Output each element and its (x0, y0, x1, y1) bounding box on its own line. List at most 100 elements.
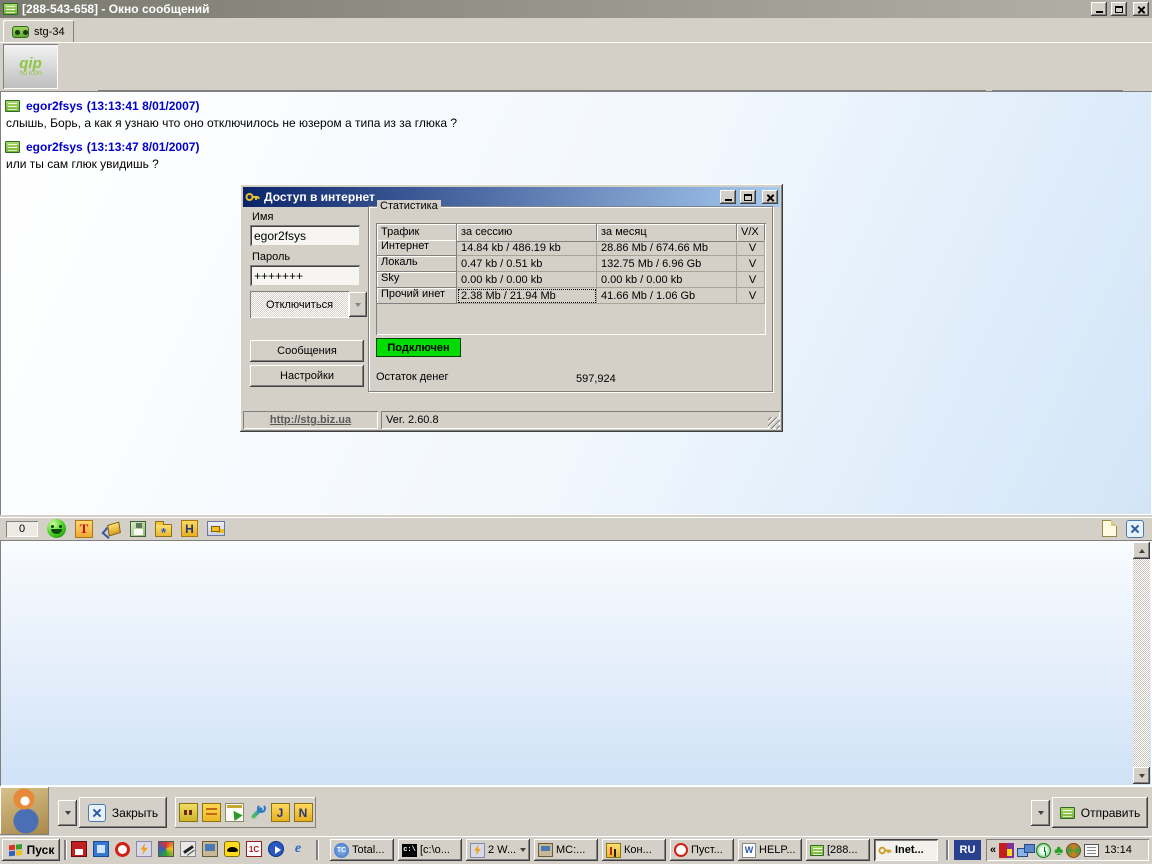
cell-session-focused: 2.38 Mb / 21.94 Mb (457, 288, 597, 304)
resize-grip[interactable] (768, 417, 780, 429)
quicklaunch-opera-icon[interactable] (115, 842, 130, 857)
row-header[interactable]: Прочий инет (377, 288, 457, 304)
j-icon[interactable]: J (271, 803, 290, 822)
dialog-statusbar: http://stg.biz.ua Ver. 2.60.8 (243, 411, 780, 429)
n-icon[interactable]: N (294, 803, 313, 822)
cell-vx: V (737, 288, 765, 304)
insert-icon[interactable] (207, 521, 225, 536)
chat-message: egor2fsys (13:13:41 8/01/2007) слышь, Бо… (5, 99, 1147, 130)
task-label: Total... (352, 844, 384, 856)
dialog-close-button[interactable] (762, 190, 778, 204)
balance-value: 597,924 (576, 373, 616, 385)
start-button[interactable]: Пуск (2, 839, 60, 861)
yellow-console-icon (606, 843, 621, 858)
cell-month: 0.00 kb / 0.00 kb (597, 272, 737, 288)
tab-stg-34[interactable]: stg-34 (3, 20, 74, 43)
quicklaunch-bat-icon[interactable] (224, 841, 240, 857)
task-mc[interactable]: MC:... (534, 839, 598, 861)
save-icon[interactable] (130, 521, 146, 537)
main-window-titlebar: [288-543-658] - Окно сообщений (0, 0, 1152, 18)
taskbar: Пуск 1C e TC Total... c:\ [c:\o... 2 W..… (0, 836, 1152, 864)
tray-clock-icon[interactable] (1036, 843, 1051, 858)
glasses-icon (12, 26, 29, 38)
scrollbar-track[interactable] (1133, 559, 1150, 767)
close-chat-button[interactable]: Закрыть (79, 797, 167, 828)
restore-button[interactable] (1111, 2, 1127, 16)
close-dropdown-button[interactable] (58, 800, 77, 826)
statusbar-link-panel: http://stg.biz.ua (243, 411, 378, 429)
tray-clover-icon[interactable]: ♣ (1054, 842, 1063, 858)
new-page-icon[interactable] (1102, 520, 1117, 537)
task-label: Кон... (624, 844, 652, 856)
history-icon[interactable]: H (181, 520, 198, 537)
clear-close-icon[interactable] (1126, 520, 1144, 538)
scroll-down-button[interactable] (1133, 767, 1150, 784)
dialog-password-input[interactable]: +++++++ (250, 265, 360, 286)
quicklaunch-save-icon[interactable] (71, 841, 87, 857)
tray-download-icon[interactable] (999, 843, 1014, 858)
smiley-icon[interactable] (47, 519, 66, 538)
system-tray: « ♣ 13:14 (986, 839, 1149, 861)
avatar-qip-text: qip (19, 57, 42, 70)
disconnect-button[interactable]: Отключиться (250, 291, 349, 318)
task-opera-page[interactable]: Пуст... (670, 839, 734, 861)
settings-button[interactable]: Настройки (250, 365, 364, 387)
row-header[interactable]: Sky (377, 272, 457, 288)
task-help-doc[interactable]: W HELP... (738, 839, 802, 861)
key-icon (245, 190, 260, 204)
quicklaunch-mail-icon[interactable] (93, 841, 109, 857)
tray-network-icon[interactable] (1017, 843, 1033, 858)
quicklaunch-1c-icon[interactable]: 1C (246, 841, 262, 857)
row-header[interactable]: Интернет (377, 240, 457, 256)
cell-month: 132.75 Mb / 6.96 Gb (597, 256, 737, 272)
send-button[interactable]: Отправить (1052, 797, 1148, 828)
task-konsole[interactable]: Кон... (602, 839, 666, 861)
task-total-commander[interactable]: TC Total... (330, 839, 394, 861)
window-cursor-icon[interactable] (225, 803, 244, 822)
statusbar-version-panel: Ver. 2.60.8 (381, 411, 780, 429)
taskbar-clock[interactable]: 13:14 (1104, 844, 1132, 856)
input-scrollbar[interactable] (1133, 542, 1150, 784)
minimize-button[interactable] (1091, 2, 1107, 16)
wrench-icon[interactable] (248, 803, 267, 822)
cell-session: 14.84 kb / 486.19 kb (457, 240, 597, 256)
fill-color-icon[interactable] (102, 520, 121, 538)
send-dropdown-button[interactable] (1031, 800, 1050, 826)
row-header[interactable]: Локаль (377, 256, 457, 272)
disconnect-combo: Отключиться (250, 291, 367, 318)
messages-button[interactable]: Сообщения (250, 340, 364, 362)
task-inet-active[interactable]: Inet... (874, 839, 938, 861)
close-button[interactable] (1133, 2, 1149, 16)
website-link[interactable]: http://stg.biz.ua (270, 414, 351, 426)
message-input-area[interactable] (0, 540, 1152, 786)
quicklaunch-plane-icon[interactable] (180, 841, 196, 857)
quicklaunch-ie-icon[interactable]: e (290, 841, 306, 857)
quicklaunch-colors-icon[interactable] (158, 841, 174, 857)
chevron-down-icon (355, 303, 361, 307)
message-text: слышь, Борь, а как я узнаю что оно отклю… (6, 116, 1147, 130)
message-header: egor2fsys (13:13:41 8/01/2007) (5, 99, 1147, 113)
dialog-maximize-button[interactable] (740, 190, 756, 204)
language-indicator[interactable]: RU (954, 840, 981, 860)
dialog-name-input[interactable]: egor2fsys (250, 225, 360, 246)
tray-mail-icon[interactable] (1084, 844, 1099, 857)
disconnect-dropdown-button[interactable] (349, 292, 367, 317)
message-text: или ты сам глюк увидишь ? (6, 157, 1147, 171)
task-message-window[interactable]: [288... (806, 839, 870, 861)
tray-chevron[interactable]: « (990, 844, 996, 856)
quote-icon[interactable] (179, 803, 198, 822)
quicklaunch-computer-icon[interactable] (202, 841, 218, 857)
taskbar-separator (64, 840, 66, 860)
scroll-up-button[interactable] (1133, 542, 1150, 559)
font-icon[interactable]: T (75, 520, 93, 538)
task-winamp-group[interactable]: 2 W... (466, 839, 530, 861)
chevron-down-icon (520, 848, 526, 852)
quicklaunch-media-player-icon[interactable] (268, 841, 284, 857)
folder-asterisk-icon[interactable] (155, 524, 172, 537)
task-console[interactable]: c:\ [c:\o... (398, 839, 462, 861)
template-icon[interactable] (202, 803, 221, 822)
dialog-minimize-button[interactable] (720, 190, 736, 204)
quicklaunch-winamp-icon[interactable] (136, 841, 152, 857)
taskbar-separator (316, 840, 318, 860)
tray-globe-icon[interactable] (1066, 843, 1081, 858)
